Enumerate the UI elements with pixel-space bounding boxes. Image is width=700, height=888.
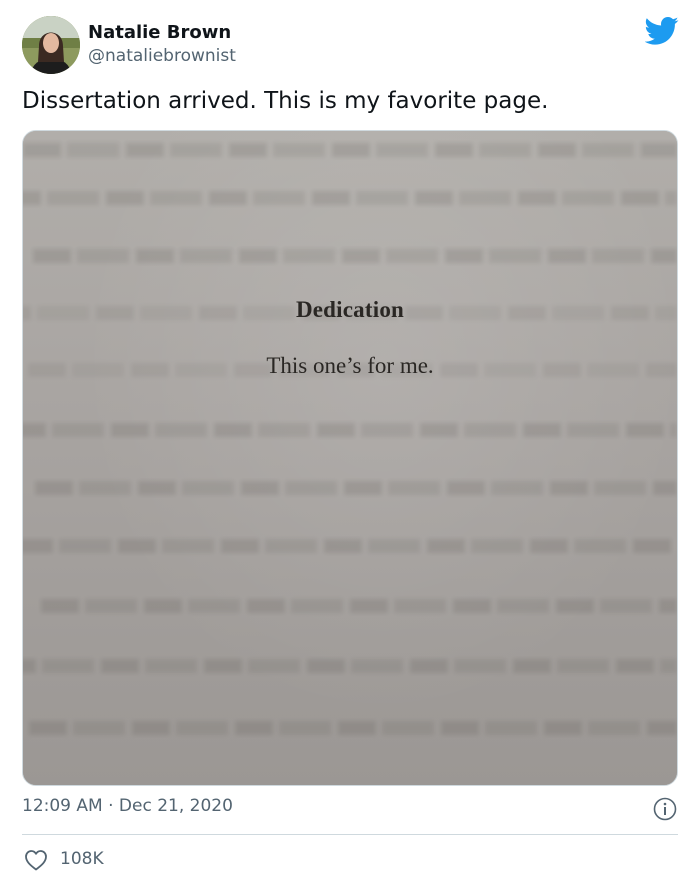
author-name[interactable]: Natalie Brown bbox=[88, 22, 231, 43]
bleed-through-text bbox=[23, 131, 677, 785]
dedication-text: This one’s for me. bbox=[266, 353, 434, 378]
info-icon[interactable] bbox=[653, 797, 677, 821]
tweet-text: Dissertation arrived. This is my favorit… bbox=[22, 88, 549, 114]
divider bbox=[22, 834, 678, 835]
tweet-photo[interactable]: Dedication This one’s for me. bbox=[22, 130, 678, 786]
avatar-image bbox=[22, 16, 80, 74]
dedication-heading: Dedication bbox=[295, 297, 405, 322]
tweet-card: Natalie Brown @nataliebrownist Dissertat… bbox=[0, 0, 700, 888]
tweet-timestamp[interactable]: 12:09 AM · Dec 21, 2020 bbox=[22, 796, 233, 816]
twitter-bird-icon[interactable] bbox=[644, 16, 679, 46]
like-count[interactable]: 108K bbox=[60, 849, 104, 869]
avatar[interactable] bbox=[22, 16, 80, 74]
author-handle[interactable]: @nataliebrownist bbox=[88, 46, 236, 66]
heart-icon[interactable] bbox=[24, 849, 48, 871]
